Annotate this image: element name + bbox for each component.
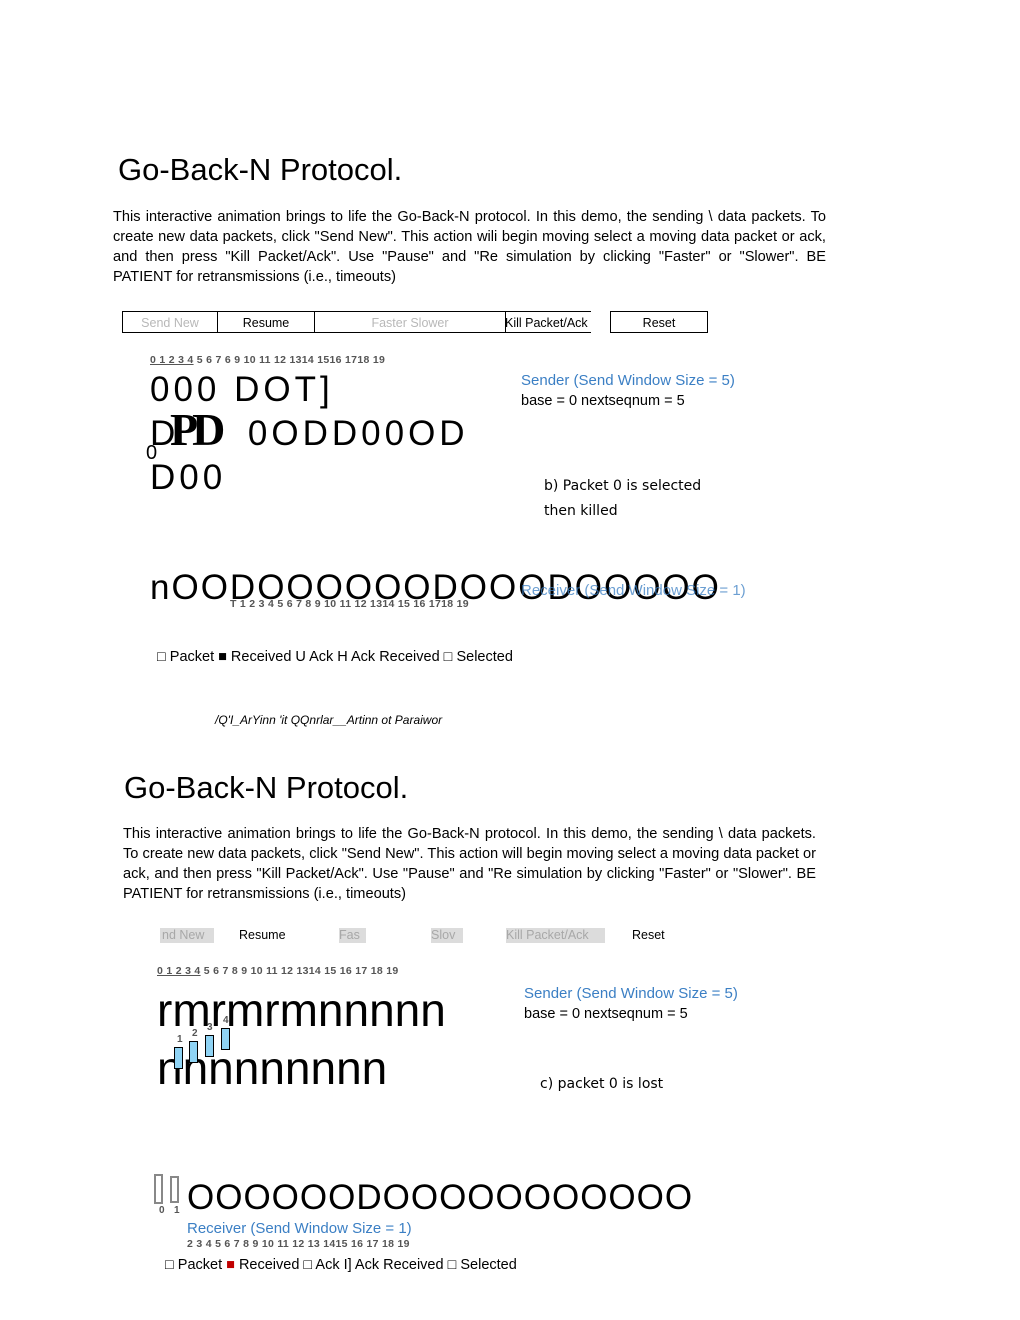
packet-number: 2 [192,1028,198,1039]
faster-slower-button[interactable]: Faster Slower [314,311,506,333]
packet-4[interactable] [221,1028,230,1050]
receiver-sequence-numbers: T 1 2 3 4 5 6 7 8 9 10 11 12 1314 15 16 … [230,598,469,610]
sender-sequence-numbers: 0 1 2 3 4 5 6 7 6 9 10 11 12 1314 1516 1… [150,354,385,366]
legend-rest: Received □ Ack I] Ack Received □ Selecte… [234,1257,517,1273]
sender-state: base = 0 nextseqnum = 5 [521,393,685,409]
resume-button[interactable]: Resume [217,311,315,333]
sender-label: Sender (Send Window Size = 5) [521,372,735,389]
caption-line2: then killed [544,503,618,519]
reset-button[interactable]: Reset [610,311,708,333]
resume-button[interactable]: Resume [239,928,286,943]
legend: □ Packet ■ Received □ Ack I] Ack Receive… [165,1257,517,1273]
sender-packets-row3: D00 [150,458,227,497]
slower-button[interactable]: Slov [431,928,463,943]
receiver-label: Receiver (Send Window Size = 1) [521,582,746,599]
receiver-label: Receiver (Send Window Size = 1) [187,1220,412,1237]
kill-packet-button[interactable]: Kill Packet/Ack [506,928,605,943]
selected-packet-overlay[interactable]: PD [170,405,225,455]
sequence-rest: 5 6 7 8 9 10 11 12 1314 15 16 17 18 19 [200,965,399,977]
faster-button[interactable]: Fas [339,928,366,943]
receiver-sequence-numbers: 2 3 4 5 6 7 8 9 10 11 12 13 1415 16 17 1… [187,1238,410,1250]
packet-number: 1 [177,1034,183,1045]
section2-title: Go-Back-N Protocol. [124,770,409,805]
send-new-button[interactable]: nd New [160,928,214,943]
legend-received-square: ■ [226,1257,235,1273]
section1-paragraph: This interactive animation brings to lif… [113,209,826,285]
packet-number: 4 [223,1015,229,1026]
legend: □ Packet ■ Received U Ack H Ack Received… [157,649,513,665]
reset-button[interactable]: Reset [632,928,665,943]
ack-number: 1 [174,1205,180,1216]
section2-paragraph: This interactive animation brings to lif… [123,826,816,902]
receiver-packets-row: OOOOOODOOOOOOOOOOO [187,1178,694,1217]
footer-garbled-text: /Q'I_ArYinn 'it QQnrlar__Artinn ot Parai… [215,713,443,727]
packet-2[interactable] [189,1041,198,1063]
ack-number: 0 [159,1205,165,1216]
sender-state: base = 0 nextseqnum = 5 [524,1006,688,1022]
sequence-rest: 5 6 7 6 9 10 11 12 1314 1516 1718 19 [193,354,386,366]
legend-packet: □ Packet [165,1257,227,1273]
sender-label: Sender (Send Window Size = 5) [524,985,738,1002]
kill-packet-button[interactable]: Kill Packet/Ack [505,311,591,333]
packet-1[interactable] [174,1047,183,1069]
figure-caption-b: b) Packet 0 is selected then killed [544,474,701,524]
send-window-numbers: 0 1 2 3 4 [150,354,194,366]
section1-title: Go-Back-N Protocol. [118,152,403,187]
packet-number: 3 [207,1022,213,1033]
sender-packets-row1: rmrmrmnnnnn [157,984,446,1036]
ack-0[interactable] [154,1174,163,1204]
packet-3[interactable] [205,1035,214,1057]
send-new-button[interactable]: Send New [122,311,218,333]
send-window-numbers: 0 1 2 3 4 [157,965,201,977]
figure-caption-c: c) packet 0 is lost [540,1076,664,1092]
ack-1[interactable] [170,1176,179,1203]
sender-sequence-numbers: 0 1 2 3 4 5 6 7 8 9 10 11 12 1314 15 16 … [157,965,399,977]
caption-line1: b) Packet 0 is selected [544,478,702,494]
